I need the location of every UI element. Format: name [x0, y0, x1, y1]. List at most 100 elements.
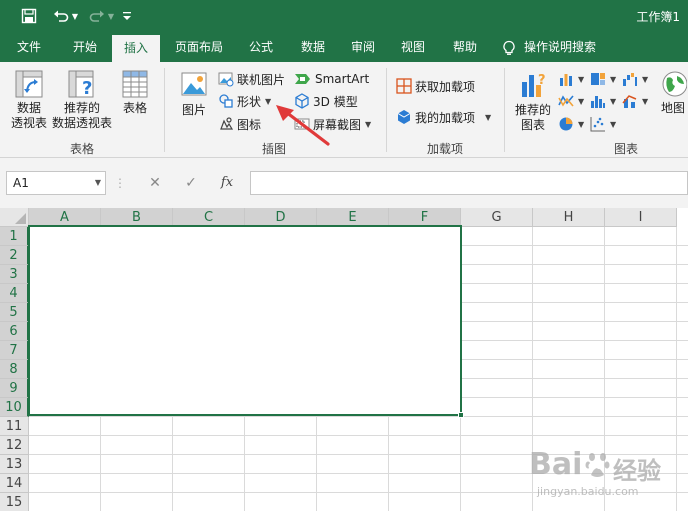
globe-icon — [662, 71, 687, 97]
table-button[interactable]: 表格 — [116, 70, 154, 116]
waterfall-chart-dropdown-icon: ▼ — [642, 74, 649, 84]
undo-icon[interactable] — [50, 6, 72, 26]
fill-handle[interactable] — [458, 412, 464, 418]
picture-icon — [181, 72, 207, 96]
redo-icon[interactable] — [86, 6, 108, 26]
watermark-url: jingyan.baidu.com — [537, 485, 639, 498]
tab-review[interactable]: 审阅 — [340, 33, 386, 62]
name-box[interactable]: A1 ▼ — [6, 171, 106, 195]
row-header-4[interactable]: 4 — [0, 284, 29, 303]
row-header-7[interactable]: 7 — [0, 341, 29, 360]
screenshot-dropdown-icon: ▼ — [365, 119, 372, 129]
hierarchy-chart-button[interactable]: ▼ — [590, 69, 616, 89]
line-chart-button[interactable]: ▼ — [558, 91, 584, 111]
recommended-pivot-button[interactable]: ? 推荐的 数据透视表 — [50, 70, 114, 131]
my-addins-dropdown-icon: ▼ — [485, 112, 492, 122]
get-addins-button[interactable]: 获取加载项 — [396, 76, 475, 96]
tab-formulas[interactable]: 公式 — [238, 33, 284, 62]
cancel-entry-button[interactable]: ✕ — [144, 171, 166, 195]
online-pictures-label: 联机图片 — [237, 72, 286, 87]
waterfall-chart-button[interactable]: ▼ — [622, 69, 648, 89]
watermark-brand: Bai — [529, 447, 583, 482]
column-header-h[interactable]: H — [533, 208, 605, 227]
tab-view[interactable]: 视图 — [390, 33, 436, 62]
column-header-g[interactable]: G — [461, 208, 533, 227]
row-header-6[interactable]: 6 — [0, 322, 29, 341]
pictures-label: 图片 — [181, 103, 206, 117]
name-box-dropdown-icon[interactable]: ▼ — [95, 172, 101, 194]
formula-bar: A1 ▼ ⋮ ✕ ✓ fx — [0, 158, 688, 208]
column-chart-button[interactable]: ▼ — [558, 69, 584, 89]
online-pictures-button[interactable]: 联机图片 — [218, 69, 285, 89]
online-picture-icon — [218, 72, 234, 87]
scatter-chart-icon — [590, 117, 605, 132]
tab-home[interactable]: 开始 — [60, 33, 110, 62]
store-icon — [396, 78, 412, 94]
combo-chart-button[interactable]: ▼ — [622, 91, 648, 111]
tab-file[interactable]: 文件 — [6, 33, 52, 62]
row-header-1[interactable]: 1 — [0, 227, 29, 246]
table-icon — [122, 70, 148, 98]
shapes-icon — [219, 94, 233, 108]
tab-data[interactable]: 数据 — [290, 33, 336, 62]
save-icon[interactable] — [18, 6, 40, 26]
svg-text:?: ? — [82, 78, 92, 98]
row-header-12[interactable]: 12 — [0, 436, 29, 455]
column-header-i[interactable]: I — [605, 208, 677, 227]
row-header-2[interactable]: 2 — [0, 246, 29, 265]
recommended-charts-button[interactable]: ? 推荐的 图表 — [512, 70, 554, 133]
tell-me-search[interactable]: 操作说明搜索 — [502, 33, 622, 62]
customize-qat-icon[interactable] — [120, 6, 134, 26]
scatter-chart-button[interactable]: ▼ — [590, 114, 616, 134]
row-header-13[interactable]: 13 — [0, 455, 29, 474]
svg-text:?: ? — [538, 73, 546, 88]
shapes-label: 形状 — [237, 94, 262, 109]
row-header-15[interactable]: 15 — [0, 493, 29, 511]
addin-cube-icon — [397, 110, 411, 124]
title-bar: ▼ ▼ 工作簿1 — [0, 0, 688, 33]
my-addins-button[interactable]: 我的加载项 ▼ — [396, 107, 491, 127]
row-header-9[interactable]: 9 — [0, 379, 29, 398]
tab-help[interactable]: 帮助 — [442, 33, 488, 62]
pivot-table-button[interactable]: 数据 透视表 — [8, 70, 50, 131]
row-header-3[interactable]: 3 — [0, 265, 29, 284]
shapes-dropdown-icon: ▼ — [265, 96, 272, 106]
waterfall-chart-icon — [623, 73, 637, 86]
group-separator — [386, 68, 387, 152]
statistic-chart-icon — [591, 96, 605, 108]
lightbulb-icon — [503, 40, 515, 55]
statistic-chart-button[interactable]: ▼ — [590, 91, 616, 111]
smartart-button[interactable]: SmartArt — [294, 69, 369, 89]
pie-chart-button[interactable]: ▼ — [558, 114, 584, 134]
icons-button[interactable]: 图标 — [218, 114, 261, 134]
combo-chart-icon — [622, 95, 637, 108]
tab-insert[interactable]: 插入 — [112, 35, 160, 62]
gridline — [29, 416, 688, 417]
pictures-button[interactable]: 图片 — [174, 70, 214, 118]
shapes-button[interactable]: 形状 ▼ — [218, 91, 271, 111]
formula-input[interactable] — [250, 171, 688, 195]
name-box-value: A1 — [13, 176, 29, 190]
get-addins-label: 获取加载项 — [415, 79, 476, 94]
my-addins-label: 我的加载项 — [415, 110, 476, 125]
select-all-corner[interactable] — [0, 208, 29, 227]
icons-label: 图标 — [237, 117, 262, 132]
row-header-11[interactable]: 11 — [0, 417, 29, 436]
redo-dropdown-icon[interactable]: ▼ — [106, 6, 116, 26]
tell-me-label: 操作说明搜索 — [524, 40, 597, 54]
document-title: 工作簿1 — [636, 10, 680, 24]
row-header-10[interactable]: 10 — [0, 398, 29, 417]
undo-dropdown-icon[interactable]: ▼ — [70, 6, 80, 26]
watermark-paw-text: du — [588, 459, 604, 472]
tab-page-layout[interactable]: 页面布局 — [166, 33, 232, 62]
row-header-8[interactable]: 8 — [0, 360, 29, 379]
row-header-5[interactable]: 5 — [0, 303, 29, 322]
maps-button[interactable]: 地图 — [656, 70, 688, 116]
table-label: 表格 — [122, 101, 147, 115]
row-header-14[interactable]: 14 — [0, 474, 29, 493]
column-chart-icon — [560, 74, 572, 86]
insert-function-button[interactable]: fx — [216, 171, 238, 195]
group-label-charts: 图表 — [613, 142, 638, 156]
enter-entry-button[interactable]: ✓ — [180, 171, 202, 195]
selected-range[interactable] — [28, 225, 462, 416]
